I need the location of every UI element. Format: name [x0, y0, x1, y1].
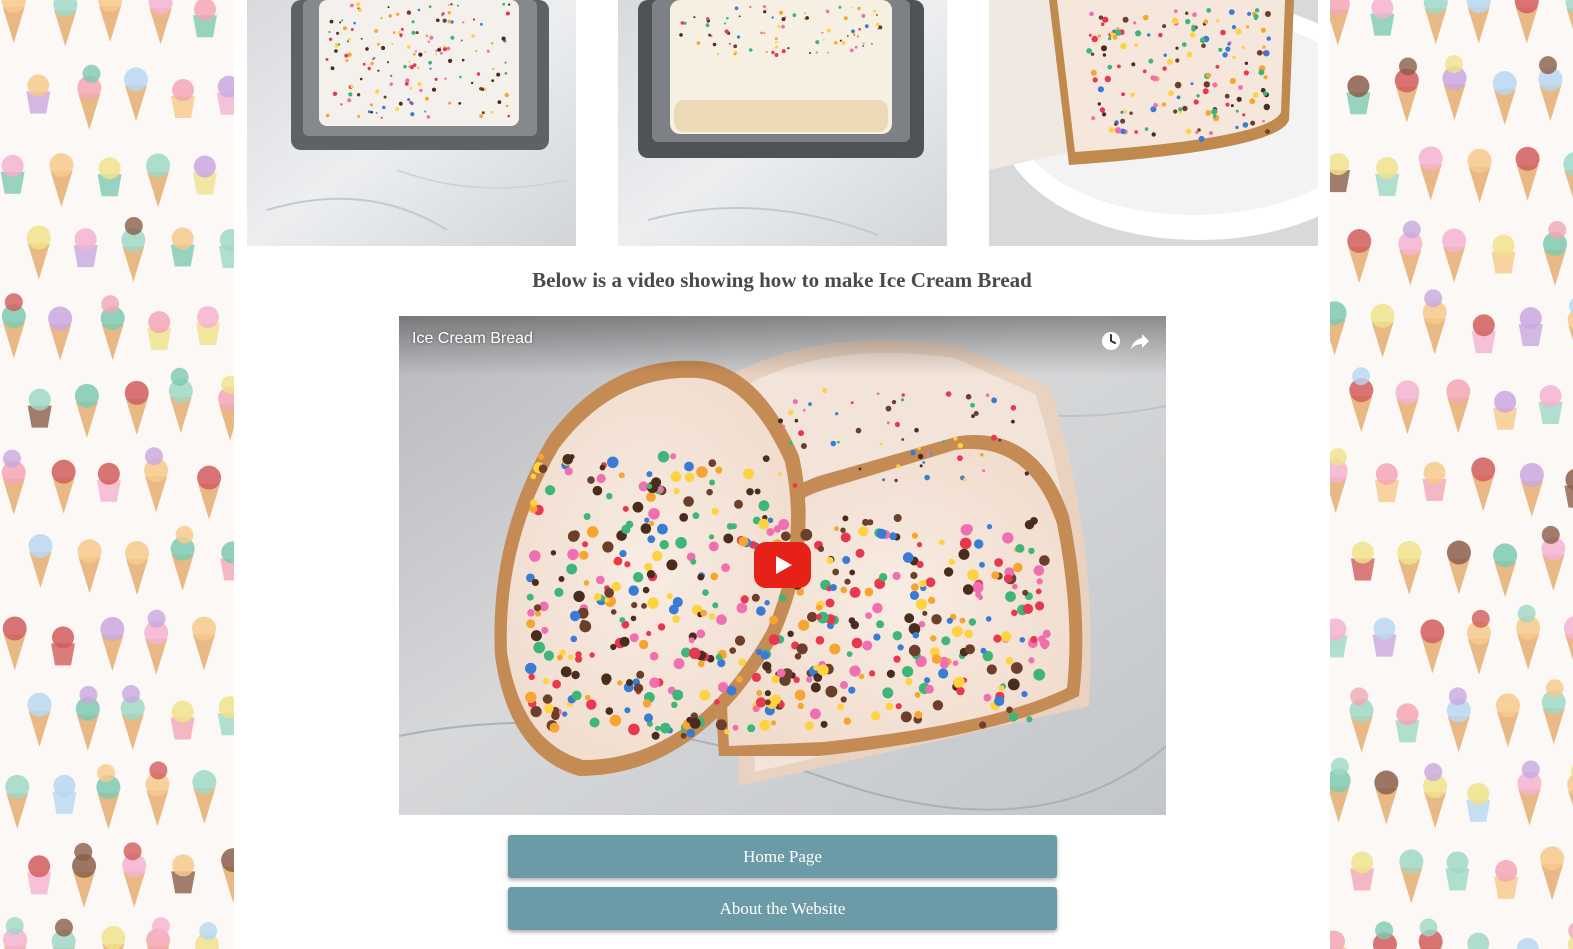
page: Below is a video showing how to make Ice…	[0, 0, 1573, 949]
ice-cream-wallpaper-left	[0, 0, 234, 949]
clock-icon[interactable]	[1099, 329, 1123, 353]
video-player[interactable]: Ice Cream Bread	[399, 316, 1166, 815]
main-content: Below is a video showing how to make Ice…	[234, 0, 1330, 949]
video-heading: Below is a video showing how to make Ice…	[532, 268, 1032, 292]
share-arrow-icon[interactable]	[1128, 329, 1152, 353]
loaf-pan-unbaked-photo	[247, 0, 576, 246]
ice-cream-wallpaper-right	[1330, 0, 1573, 949]
home-page-button[interactable]: Home Page	[508, 835, 1057, 878]
video-title[interactable]: Ice Cream Bread	[412, 330, 533, 348]
sliced-bread-plate-photo	[989, 0, 1318, 246]
about-website-button[interactable]: About the Website	[508, 887, 1057, 930]
ice-cream-pattern-left	[0, 0, 234, 949]
youtube-play-icon[interactable]	[754, 542, 811, 588]
ice-cream-pattern-right	[1330, 0, 1573, 949]
loaf-pan-baked-photo	[618, 0, 947, 246]
